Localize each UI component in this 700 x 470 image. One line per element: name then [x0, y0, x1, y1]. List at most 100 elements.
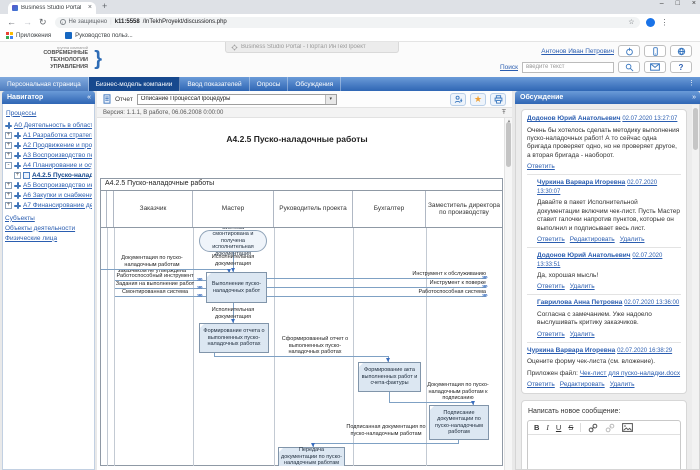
tree-item[interactable]: А6 Закупки и снабжение [5, 190, 92, 200]
delete-link[interactable]: Удалить [610, 381, 635, 388]
search-label[interactable]: Поиск [500, 64, 518, 71]
logout-button[interactable] [618, 45, 640, 57]
close-tab-icon[interactable]: × [88, 2, 92, 14]
message-input[interactable] [528, 435, 680, 470]
tree-item[interactable]: А1 Разработка стратегии и раз [5, 130, 92, 140]
strikethrough-button[interactable]: S [568, 421, 573, 435]
url-bar[interactable]: i Не защищено | k11:5558 /InTekhProyekt/… [55, 17, 640, 28]
scrollbar-thumb[interactable] [693, 108, 698, 150]
reply-link[interactable]: Ответить [537, 236, 565, 243]
bold-button[interactable]: B [534, 421, 539, 435]
tab-indicators[interactable]: Ввод показателей [180, 77, 249, 91]
tab-personal-page[interactable]: Персональная страница [0, 77, 89, 91]
task-node[interactable]: Передача документации по пуско-наладочны… [278, 447, 345, 466]
attachment-link[interactable]: Чек-лист для пуско-наладки.docx [580, 370, 680, 377]
export-user-button[interactable] [450, 93, 466, 106]
task-node[interactable]: Формирование отчета о выполненных пуско-… [199, 323, 269, 353]
tab-business-model[interactable]: Бизнес-модель компании [89, 77, 181, 91]
profile-avatar[interactable] [646, 18, 655, 27]
expand-icon[interactable] [5, 202, 12, 209]
minimize-button[interactable]: – [660, 0, 664, 7]
message-author-link[interactable]: Чуркина Варвара Игоревна [527, 347, 615, 354]
tree-item[interactable]: А5 Воспроизводство инструм [5, 180, 92, 190]
message-time-link[interactable]: 02.07.2020 16:38:29 [617, 348, 672, 354]
start-event[interactable]: Система смонтирована и получена исполнит… [199, 230, 267, 252]
collapse-node-icon[interactable] [5, 162, 12, 169]
search-input[interactable] [522, 62, 614, 73]
expand-icon[interactable] [5, 132, 12, 139]
task-node[interactable]: Формирование акта выполненных работ и сч… [358, 362, 421, 392]
discussion-scrollbar[interactable] [692, 105, 699, 469]
task-node[interactable]: Подписание документации по пуско-наладоч… [429, 405, 489, 440]
italic-button[interactable]: I [546, 421, 549, 435]
user-name-link[interactable]: Антонов Иван Петрович [541, 48, 614, 55]
image-icon[interactable] [622, 423, 633, 432]
reload-icon[interactable]: ↻ [39, 15, 47, 29]
message-author-link[interactable]: Додонов Юрий Анатольевич [527, 115, 621, 122]
process-icon [5, 122, 12, 129]
bookmark-guide[interactable]: Руководство польз... [65, 32, 133, 39]
main-scrollbar[interactable]: ▲ [504, 118, 512, 470]
url-host: k11:5558 [115, 19, 140, 25]
edit-link[interactable]: Редактировать [570, 236, 615, 243]
browser-menu-icon[interactable]: ⋮ [661, 18, 669, 27]
print-button[interactable] [490, 93, 506, 106]
tree-item[interactable]: А2 Продвижение и продажи [5, 140, 92, 150]
tree-root-processes[interactable]: Процессы [6, 110, 36, 117]
bookmark-apps[interactable]: Приложения [6, 32, 51, 39]
favorite-star-button[interactable]: ★ [470, 93, 486, 106]
reply-link[interactable]: Ответить [527, 381, 555, 388]
expand-icon[interactable] [5, 142, 12, 149]
pin-icon[interactable]: Ŧ [502, 109, 506, 116]
expand-icon[interactable] [5, 182, 12, 189]
mail-button[interactable] [644, 61, 666, 73]
tree-link-subjects[interactable]: Субъекты [5, 215, 35, 222]
delete-link[interactable]: Удалить [570, 331, 595, 338]
reply-link[interactable]: Ответить [527, 163, 555, 170]
underline-button[interactable]: U [556, 421, 561, 435]
scrollbar-thumb[interactable] [506, 122, 511, 167]
reply-link[interactable]: Ответить [537, 283, 565, 290]
lane-header: Руководитель проекта [274, 191, 353, 227]
close-window-button[interactable]: × [692, 0, 696, 7]
search-button[interactable] [618, 61, 640, 73]
expand-icon[interactable] [14, 172, 21, 179]
tree-item[interactable]: А3 Воспроизводство персонал [5, 150, 92, 160]
tree-item-selected[interactable]: А4.2.5 Пуско-наладочные [5, 170, 92, 180]
report-select[interactable]: Описание Процесса/Процедуры ▾ [137, 94, 337, 105]
expand-icon[interactable] [5, 192, 12, 199]
info-icon[interactable]: i [60, 19, 66, 25]
collapse-panel-icon[interactable]: » [692, 94, 700, 101]
back-icon[interactable]: ← [7, 15, 16, 29]
link-icon[interactable] [588, 423, 598, 433]
tree-item[interactable]: А0 Деятельность в области проек [5, 120, 92, 130]
delete-link[interactable]: Удалить [620, 236, 645, 243]
tree-link-objects[interactable]: Объекты деятельности [5, 225, 75, 232]
chevron-down-icon[interactable]: ▾ [325, 95, 336, 104]
tree-item[interactable]: А7 Финансирование деятельн [5, 200, 92, 210]
reply-link[interactable]: Ответить [537, 331, 565, 338]
process-icon [14, 132, 21, 139]
message-author-link[interactable]: Додонов Юрий Анатольевич [537, 252, 631, 259]
edit-link[interactable]: Редактировать [560, 381, 605, 388]
browser-tab[interactable]: Business Studio Portal × [8, 2, 96, 14]
tab-discussions[interactable]: Обсуждения [288, 77, 341, 91]
tabs-overflow-icon[interactable]: ⋮ [688, 77, 700, 91]
tab-surveys[interactable]: Опросы [250, 77, 289, 91]
message-time-link[interactable]: 02.07.2020 13:36:00 [624, 300, 679, 306]
new-tab-button[interactable]: + [102, 1, 107, 11]
message-author-link[interactable]: Гаврилова Анна Петровна [537, 299, 622, 306]
tree-link-persons[interactable]: Физические лица [5, 235, 57, 242]
mobile-button[interactable] [644, 45, 666, 57]
collapse-panel-icon[interactable]: « [87, 94, 95, 101]
expand-icon[interactable] [5, 152, 12, 159]
tree-item[interactable]: А4 Планирование и осуществл [5, 160, 92, 170]
help-button[interactable]: ? [670, 61, 692, 73]
bookmark-star-icon[interactable]: ☆ [628, 18, 634, 26]
language-button[interactable] [670, 45, 692, 57]
task-node[interactable]: Выполнение пуско-наладочных работ [206, 272, 267, 303]
maximize-button[interactable]: □ [676, 0, 680, 7]
delete-link[interactable]: Удалить [570, 283, 595, 290]
message-author-link[interactable]: Чуркина Варвара Игоревна [537, 179, 625, 186]
message-time-link[interactable]: 02.07.2020 13:27:07 [622, 116, 677, 122]
